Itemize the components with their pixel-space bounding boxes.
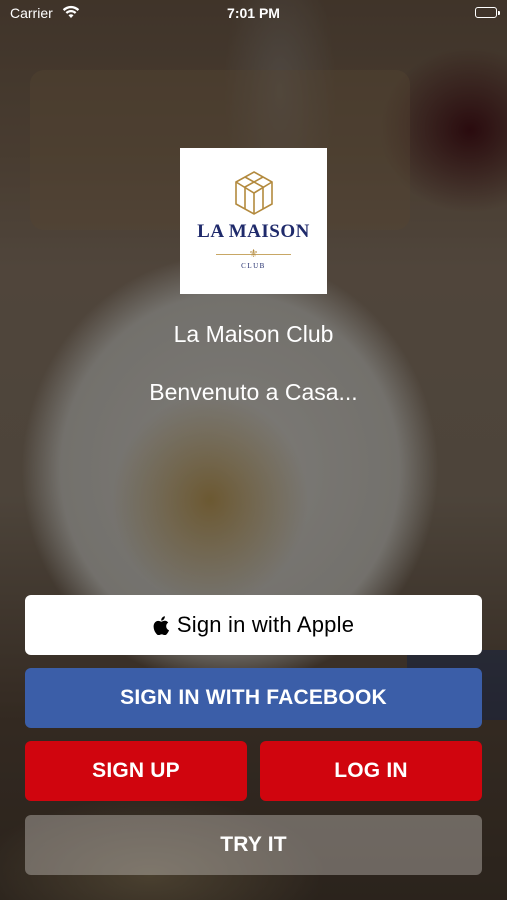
apple-button-label: Sign in with Apple	[176, 612, 355, 637]
status-time: 7:01 PM	[227, 5, 280, 21]
app-title: La Maison Club	[173, 321, 334, 347]
status-bar: Carrier 7:01 PM	[0, 0, 507, 28]
try-it-button-label: TRY IT	[220, 833, 287, 856]
log-in-button[interactable]: LOG IN	[260, 741, 482, 801]
apple-icon	[153, 615, 169, 635]
log-in-button-label: LOG IN	[334, 759, 408, 782]
sign-up-button[interactable]: SIGN UP	[25, 741, 247, 801]
welcome-subtitle: Benvenuto a Casa...	[149, 379, 358, 405]
login-screen: Carrier 7:01 PM LA MAISON ⚜ CLUB La Mais…	[0, 0, 507, 900]
sign-up-button-label: SIGN UP	[92, 759, 180, 782]
battery-icon	[475, 7, 500, 18]
fleur-de-lis-icon: ⚜	[248, 248, 259, 260]
logo-wordmark: LA MAISON	[197, 221, 310, 242]
sign-in-with-facebook-button[interactable]: SIGN IN WITH FACEBOOK	[25, 668, 482, 728]
try-it-button[interactable]: TRY IT	[25, 815, 482, 875]
facebook-button-label: SIGN IN WITH FACEBOOK	[120, 686, 387, 709]
hexagon-cube-icon	[233, 170, 275, 221]
logo-subtext: CLUB	[241, 262, 266, 270]
app-logo: LA MAISON ⚜ CLUB	[180, 148, 327, 294]
sign-in-with-apple-button[interactable]: Sign in with Apple	[25, 595, 482, 655]
